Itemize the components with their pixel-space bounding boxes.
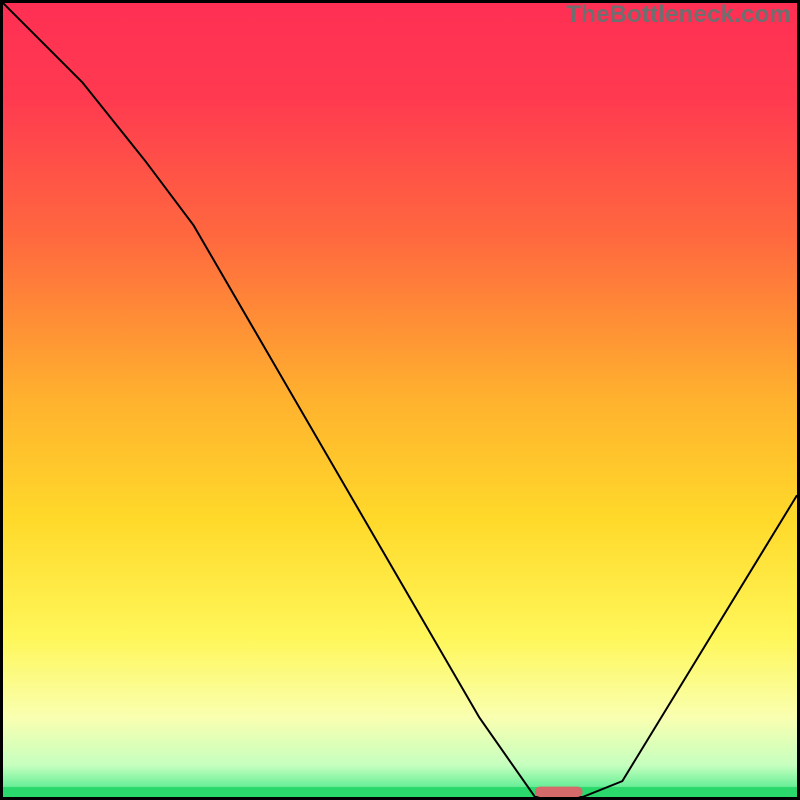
watermark-text: TheBottleneck.com [566, 1, 791, 29]
optimal-marker [535, 787, 583, 797]
chart-frame: TheBottleneck.com [0, 0, 800, 800]
green-baseline-band [3, 787, 797, 797]
gradient-backdrop [3, 3, 797, 797]
plot-svg [3, 3, 797, 797]
